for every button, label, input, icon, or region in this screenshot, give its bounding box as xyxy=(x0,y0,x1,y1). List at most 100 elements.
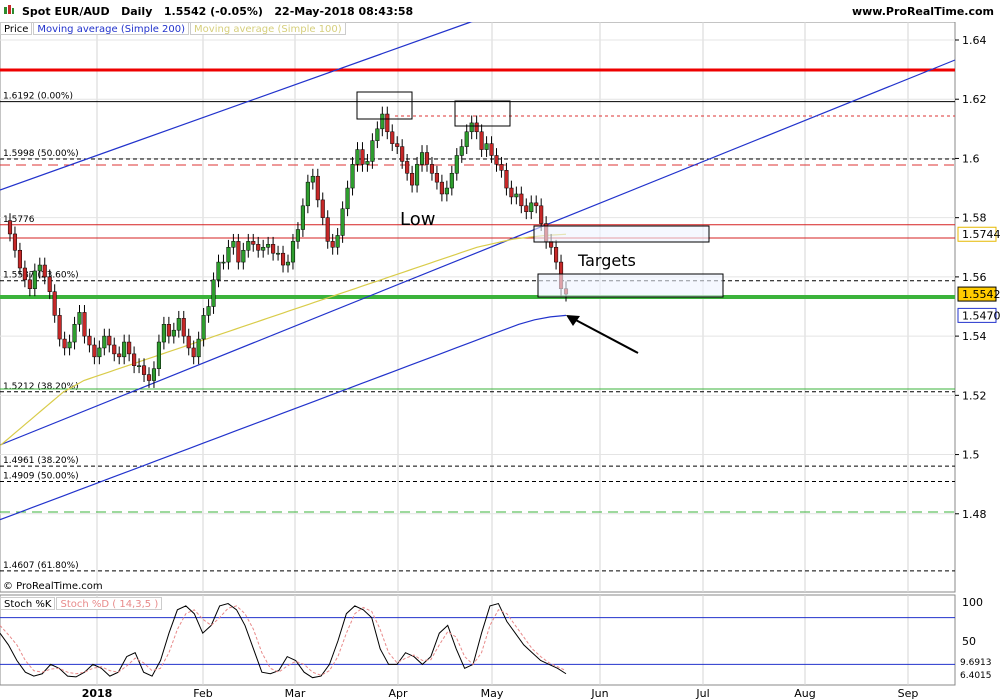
candle-body xyxy=(469,122,474,133)
candle-body xyxy=(47,276,52,292)
candle-body xyxy=(87,335,92,346)
candle-body xyxy=(504,170,509,189)
candle-body xyxy=(17,249,22,269)
legend-ma200[interactable]: Moving average (Simple 200) xyxy=(33,22,190,35)
candle-body xyxy=(251,241,256,245)
x-tick-label: Apr xyxy=(388,687,408,700)
candle-body xyxy=(300,205,305,230)
candle-body xyxy=(161,324,166,343)
stoch-axis-100: 100 xyxy=(962,596,983,609)
annotation-low: Low xyxy=(400,209,435,230)
candle-body xyxy=(429,164,435,174)
chart-app-icon xyxy=(4,5,14,14)
candle-body xyxy=(350,164,355,189)
candle-body xyxy=(335,235,340,248)
candle-body xyxy=(484,143,489,150)
candle-body xyxy=(380,113,385,130)
candle-body xyxy=(117,353,122,358)
candle-body xyxy=(246,241,251,251)
x-tick-label: Sep xyxy=(898,687,919,700)
stoch-axis-50: 50 xyxy=(962,635,976,648)
candle-body xyxy=(360,149,365,165)
candle-body xyxy=(62,338,67,349)
candle-body xyxy=(181,318,186,337)
y-tick-label: 1.5 xyxy=(962,449,980,462)
candle-body xyxy=(211,279,216,307)
x-tick-label: Jun xyxy=(590,687,608,700)
legend-stoch-k[interactable]: Stoch %K xyxy=(0,597,56,610)
candle-body xyxy=(216,261,221,281)
site-url[interactable]: www.ProRealTime.com xyxy=(852,5,994,18)
legend-ma100[interactable]: Moving average (Simple 100) xyxy=(190,22,346,35)
candle-body xyxy=(375,128,380,141)
candle-body xyxy=(151,368,157,381)
fib-level-label: 1.5998 (50.00%) xyxy=(3,149,79,159)
candle-body xyxy=(37,264,42,272)
annotation-targets: Targets xyxy=(577,251,636,270)
candle-body xyxy=(499,164,504,171)
candle-body xyxy=(77,312,82,325)
candle-body xyxy=(127,341,132,355)
stoch-legend: Stoch %K Stoch %D ( 14,3,5 ) xyxy=(0,597,163,610)
candle-body xyxy=(464,131,469,147)
candle-body xyxy=(474,122,479,133)
target-box xyxy=(537,273,724,298)
candle-body xyxy=(494,155,499,165)
candle-body xyxy=(410,173,415,186)
legend-price[interactable]: Price xyxy=(0,22,33,35)
candle-body xyxy=(176,318,181,331)
candle-body xyxy=(365,161,370,165)
candle-body xyxy=(7,220,13,235)
candle-body xyxy=(320,199,325,218)
candle-body xyxy=(146,374,152,381)
y-tick-label: 1.48 xyxy=(962,508,987,521)
target-box xyxy=(533,225,710,243)
x-tick-label: Feb xyxy=(193,687,212,700)
candle-body xyxy=(405,161,410,174)
candle-body xyxy=(231,241,236,248)
x-tick-label: 2018 xyxy=(82,687,113,700)
candle-body xyxy=(276,252,281,255)
x-tick-label: Aug xyxy=(794,687,815,700)
candle-body xyxy=(554,247,559,263)
candle-body xyxy=(201,315,206,340)
candle-body xyxy=(266,244,271,248)
y-tick-label: 1.64 xyxy=(962,34,987,47)
price-panel[interactable] xyxy=(0,21,956,593)
y-tick-label: 1.56 xyxy=(962,271,987,284)
fib-level-label: 1.5587 (23.60%) xyxy=(3,271,79,281)
candle-body xyxy=(390,131,395,144)
copyright-text: © ProRealTime.com xyxy=(3,581,103,592)
stoch-k-value: 6.4015 xyxy=(960,671,992,681)
candle-body xyxy=(186,335,191,349)
fib-level-label: 1.4961 (38.20%) xyxy=(3,456,79,466)
candle-body xyxy=(285,261,291,266)
fib-level-label: 1.4607 (61.80%) xyxy=(3,561,79,571)
candle-body xyxy=(206,306,211,316)
candle-body xyxy=(171,329,176,337)
candle-body xyxy=(221,261,226,264)
candle-body xyxy=(32,270,37,289)
y-tick-label: 1.6 xyxy=(962,152,980,165)
candle-body xyxy=(261,247,266,251)
candle-body xyxy=(439,181,444,195)
candle-body xyxy=(132,353,137,366)
candle-body xyxy=(107,335,112,346)
candle-body xyxy=(424,152,430,165)
tag-last-price: 1.5542 xyxy=(962,288,1000,301)
candle-body xyxy=(27,279,32,289)
chart-canvas[interactable]: 1.6192 (0.00%) 1.5998 (50.00%) 1.5776 1.558… xyxy=(0,0,1000,700)
candle-body xyxy=(419,152,425,165)
candle-body xyxy=(82,312,87,337)
x-tick-label: May xyxy=(481,687,504,700)
candle-body xyxy=(196,338,201,358)
candle-body xyxy=(112,344,117,355)
candle-body xyxy=(355,149,360,165)
candle-body xyxy=(310,175,315,183)
candle-body xyxy=(385,113,390,133)
candle-body xyxy=(415,164,420,186)
candle-body xyxy=(236,241,241,263)
legend-stoch-d[interactable]: Stoch %D ( 14,3,5 ) xyxy=(56,597,163,610)
y-tick-label: 1.54 xyxy=(962,330,987,343)
candle-body xyxy=(97,347,102,358)
